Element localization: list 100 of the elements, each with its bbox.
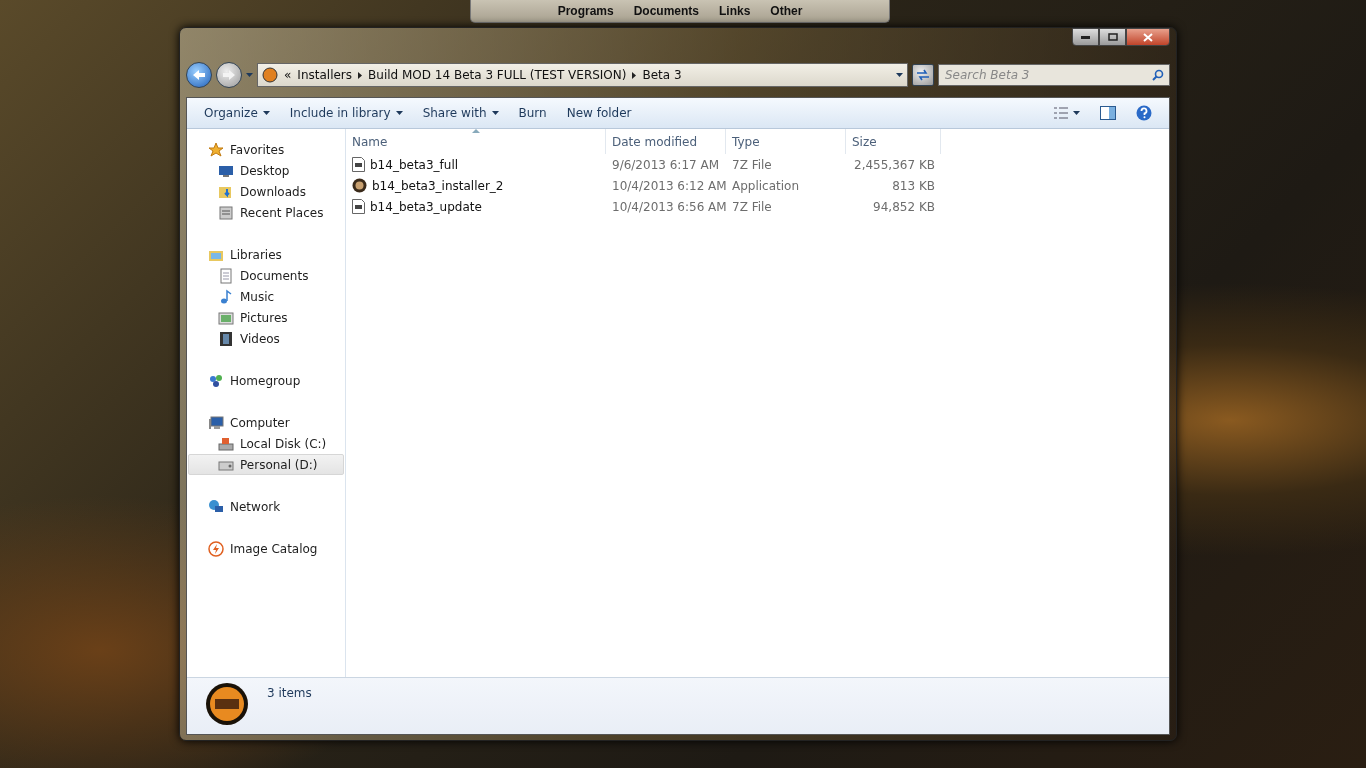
close-icon (1143, 32, 1153, 42)
document-icon (218, 267, 234, 284)
nav-item[interactable]: Music (188, 286, 344, 307)
refresh-button[interactable] (912, 64, 934, 86)
size-cell-text: 94,852 KB (872, 199, 936, 214)
chevron-icon (632, 71, 637, 79)
column-header[interactable]: Type (726, 129, 846, 154)
nav-label: Pictures (240, 310, 288, 325)
file-name[interactable]: b14_beta3_full (346, 157, 606, 172)
column-header[interactable]: Name (346, 129, 606, 154)
date-cell-text: 10/4/2013 6:56 AM (611, 199, 726, 214)
file-name[interactable]: b14_beta3_update (346, 199, 606, 214)
nav-item[interactable]: Local Disk (C:) (188, 433, 344, 454)
caret-icon (491, 111, 499, 115)
music-note-icon (218, 288, 234, 305)
toolbar-item[interactable]: Documents (625, 2, 707, 20)
toolbar-item[interactable]: Other (762, 2, 811, 20)
network-icon (208, 498, 224, 515)
search-field[interactable]: Search Beta 3 (938, 64, 1170, 86)
app-icon (352, 178, 367, 193)
nav-group[interactable]: Favorites (188, 139, 344, 160)
breadcrumb[interactable]: Build MOD 14 Beta 3 FULL (TEST VERSION) (368, 68, 627, 82)
caret-icon (246, 73, 253, 77)
nav-label: Documents (240, 268, 309, 283)
item-count: 3 items (267, 686, 312, 700)
minimize-icon (1081, 35, 1090, 39)
minimize-button[interactable] (1072, 28, 1099, 46)
nav-item[interactable]: Pictures (188, 307, 344, 328)
picture-icon (218, 309, 234, 326)
archive-file-icon (352, 157, 365, 172)
nav-label: Desktop (240, 163, 290, 178)
breadcrumb[interactable]: Installers (297, 68, 353, 82)
toolbar-command[interactable]: New folder (559, 102, 639, 124)
nav-label: Music (240, 289, 275, 304)
toolbar-item[interactable]: Programs (549, 2, 622, 20)
app-icon (262, 67, 278, 83)
left-arrow-icon (192, 69, 206, 81)
nav-label: Computer (230, 415, 290, 430)
nav-label: Videos (240, 331, 280, 346)
caret-icon (262, 111, 270, 115)
nav-item[interactable]: Documents (188, 265, 344, 286)
lightning-icon (208, 540, 224, 557)
refresh-icon (916, 69, 930, 81)
caret-icon (896, 73, 903, 77)
nav-label: Libraries (230, 247, 282, 262)
nav-label: Downloads (240, 184, 306, 199)
recent-places-icon (218, 204, 234, 221)
nav-group[interactable]: Homegroup (188, 370, 344, 391)
overflow-chevron[interactable]: « (284, 68, 292, 82)
nav-label: Recent Places (240, 205, 324, 220)
hard-disk-icon (218, 435, 234, 452)
homegroup-icon (208, 372, 224, 389)
file-name-text: b14_beta3_full (370, 157, 459, 172)
toolbar-command[interactable]: Share with (415, 102, 506, 124)
date-cell-text: 10/4/2013 6:12 AM (611, 178, 726, 193)
star-icon (208, 141, 224, 158)
computer-icon (208, 414, 224, 431)
address-bar[interactable]: « Installers Build MOD 14 Beta 3 FULL (TEST VERSION) Beta 3 (257, 63, 908, 87)
breadcrumb[interactable]: Beta 3 (642, 68, 682, 82)
nav-label: Local Disk (C:) (240, 436, 327, 451)
nav-item[interactable]: Videos (188, 328, 344, 349)
close-button[interactable] (1126, 28, 1170, 46)
type-cell-text: Application (731, 178, 801, 193)
right-arrow-icon (222, 69, 236, 81)
date-cell-text: 9/6/2013 6:17 AM (611, 157, 721, 172)
nav-item[interactable]: Personal (D:) (188, 454, 344, 475)
nav-label: Image Catalog (230, 541, 318, 556)
nav-item[interactable]: Recent Places (188, 202, 344, 223)
file-name[interactable]: b14_beta3_installer_2 (346, 178, 606, 193)
back-button[interactable] (186, 62, 212, 88)
size-cell-text: 2,455,367 KB (853, 157, 936, 172)
column-header[interactable]: Size (846, 129, 941, 154)
details-view-icon (1054, 107, 1068, 119)
nav-label: Personal (D:) (240, 457, 318, 472)
chevron-icon (358, 71, 363, 79)
toolbar-command[interactable]: Include in library (282, 102, 410, 124)
nav-label: Favorites (230, 142, 285, 157)
maximize-button[interactable] (1099, 28, 1126, 46)
maximize-icon (1107, 33, 1118, 41)
forward-button[interactable] (216, 62, 242, 88)
nav-item[interactable]: Downloads (188, 181, 344, 202)
column-header[interactable]: Date modified (606, 129, 726, 154)
toolbar-command[interactable]: Organize (197, 102, 277, 124)
search-icon (1152, 69, 1164, 81)
nav-group[interactable]: Network (188, 496, 344, 517)
nav-label: Homegroup (230, 373, 301, 388)
nav-item[interactable]: Desktop (188, 160, 344, 181)
film-icon (218, 330, 234, 347)
type-cell-text: 7Z File (731, 157, 773, 172)
help-icon (1136, 105, 1152, 121)
toolbar-item[interactable]: Links (711, 2, 759, 20)
archive-file-icon (352, 199, 365, 214)
toolbar-command[interactable]: Burn (511, 102, 554, 124)
size-cell-text: 813 KB (891, 178, 936, 193)
type-cell-text: 7Z File (731, 199, 773, 214)
nav-group[interactable]: Libraries (188, 244, 344, 265)
nav-group[interactable]: Image Catalog (188, 538, 344, 559)
sort-arrow-icon (471, 129, 480, 133)
caret-icon (395, 111, 403, 115)
nav-group[interactable]: Computer (188, 412, 344, 433)
